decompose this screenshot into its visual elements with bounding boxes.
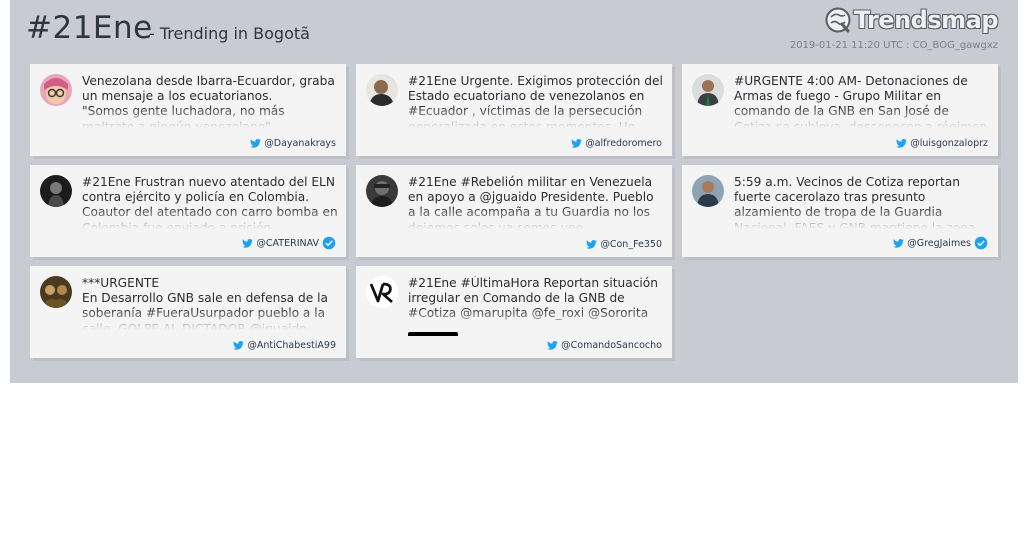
- trend-panel: #21Ene - Trending in Bogotã Trendsmap 20…: [10, 0, 1018, 383]
- tweet-text: 5:59 a.m. Vecinos de Cotiza reportan fue…: [734, 175, 976, 229]
- tweet-handle[interactable]: @luisgonzaloprz: [910, 138, 988, 149]
- tweet-card[interactable]: Venezolana desde Ibarra-Ecuardor, graba …: [30, 64, 346, 156]
- avatar-man[interactable]: [366, 74, 398, 106]
- avatar-man-suit[interactable]: [692, 74, 724, 106]
- tweet-text: Venezolana desde Ibarra-Ecuardor, graba …: [82, 74, 335, 128]
- tweet-text: #21Ene #ÚltimaHora Reportan situación ir…: [408, 276, 658, 321]
- tweet-handle[interactable]: @AntiChabestiA99: [247, 340, 336, 351]
- avatar-group[interactable]: [40, 276, 72, 308]
- trend-hashtag[interactable]: #21Ene: [26, 10, 153, 46]
- tweet-card[interactable]: #21Ene Urgente. Exigimos protección del …: [356, 64, 672, 156]
- tweet-handle[interactable]: @Con_Fe350: [600, 239, 662, 250]
- twitter-bird-icon: [233, 341, 245, 350]
- tweet-card[interactable]: ***URGENTE En Desarrollo GNB sale en def…: [30, 266, 346, 358]
- tweet-author[interactable]: @AntiChabestiA99: [233, 340, 336, 351]
- trendsmap-logo[interactable]: Trendsmap: [825, 6, 999, 34]
- tweet-author[interactable]: @luisgonzaloprz: [896, 138, 988, 149]
- twitter-bird-icon: [242, 238, 254, 248]
- twitter-bird-icon: [571, 139, 583, 148]
- twitter-bird-icon: [586, 240, 598, 249]
- tweet-handle[interactable]: @CATERINAV: [256, 238, 319, 249]
- tweet-author[interactable]: @ComandoSancocho: [547, 340, 662, 351]
- tweet-card[interactable]: #21Ene Frustran nuevo atentado del ELN c…: [30, 165, 346, 257]
- tweet-author[interactable]: @GregJaimes: [893, 236, 988, 250]
- tweet-handle[interactable]: @GregJaimes: [907, 238, 971, 249]
- timestamp-location-code: 2019-01-21 11:20 UTC : CO_BOG_gawgxz: [789, 40, 998, 51]
- tweet-text: #21Ene Urgente. Exigimos protección del …: [408, 74, 663, 128]
- tweet-author[interactable]: @Dayanakrays: [250, 138, 336, 149]
- tweet-text: #21Ene #Rebelión militar en Venezuela en…: [408, 175, 654, 229]
- avatar-man-outdoor[interactable]: [692, 175, 724, 207]
- avatar-logo-vr[interactable]: [366, 276, 398, 308]
- tweet-card[interactable]: #URGENTE 4:00 AM- Detonaciones de Armas …: [682, 64, 998, 156]
- twitter-bird-icon: [896, 139, 908, 148]
- avatar-woman-glasses[interactable]: [40, 74, 72, 106]
- tweet-card[interactable]: #21Ene #ÚltimaHora Reportan situación ir…: [356, 266, 672, 358]
- tweet-handle[interactable]: @Dayanakrays: [264, 138, 336, 149]
- tweet-media-thumbnail[interactable]: [408, 332, 458, 336]
- verified-badge-icon: [974, 236, 988, 250]
- twitter-bird-icon: [893, 238, 905, 248]
- tweet-card[interactable]: 5:59 a.m. Vecinos de Cotiza reportan fue…: [682, 165, 998, 257]
- tweet-text: ***URGENTE En Desarrollo GNB sale en def…: [82, 276, 328, 330]
- tweet-author[interactable]: @Con_Fe350: [586, 239, 662, 250]
- tweet-card[interactable]: #21Ene #Rebelión militar en Venezuela en…: [356, 165, 672, 257]
- twitter-bird-icon: [250, 139, 262, 148]
- tweet-handle[interactable]: @alfredoromero: [585, 138, 662, 149]
- avatar-person-dark[interactable]: [366, 175, 398, 207]
- trendsmap-globe-icon: [825, 7, 851, 33]
- avatar-woman-dark[interactable]: [40, 175, 72, 207]
- tweet-text: #URGENTE 4:00 AM- Detonaciones de Armas …: [734, 74, 988, 128]
- tweet-text: #21Ene Frustran nuevo atentado del ELN c…: [82, 175, 338, 229]
- trendsmap-brand: Trendsmap: [853, 6, 999, 34]
- tweet-author[interactable]: @CATERINAV: [242, 236, 336, 250]
- twitter-bird-icon: [547, 341, 559, 350]
- tweet-author[interactable]: @alfredoromero: [571, 138, 662, 149]
- tweet-handle[interactable]: @ComandoSancocho: [561, 340, 662, 351]
- trend-location: - Trending in Bogotã: [149, 24, 310, 43]
- verified-badge-icon: [322, 236, 336, 250]
